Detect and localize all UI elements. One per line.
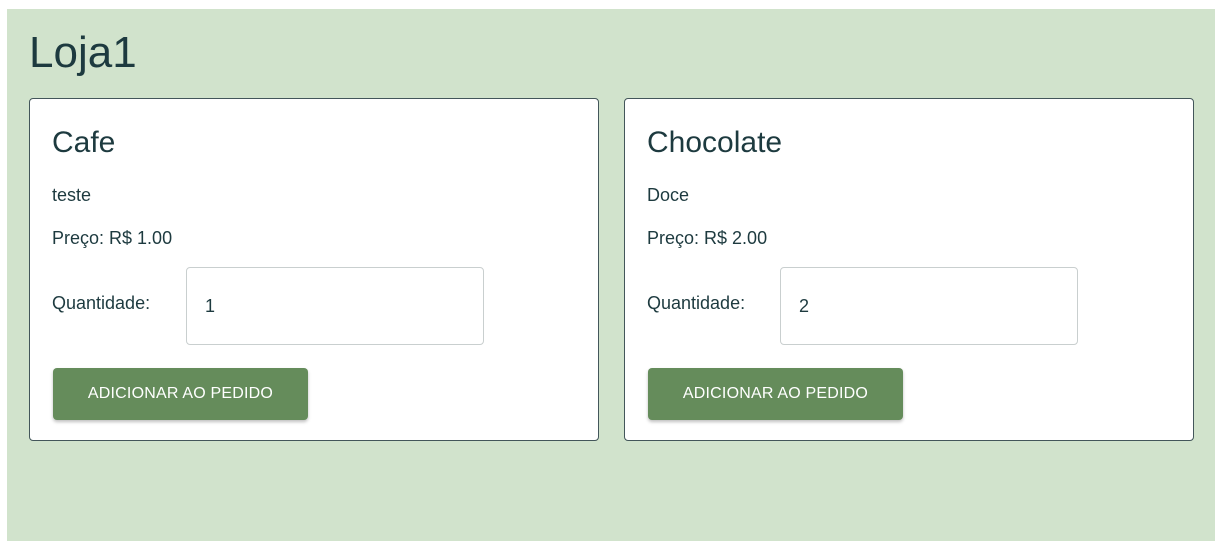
product-price: Preço: R$ 2.00	[647, 228, 767, 249]
product-description: Doce	[647, 185, 690, 205]
price-label: Preço:	[52, 228, 105, 248]
store-page: Loja1 Cafe teste Preço: R$ 1.00 Quantidad…	[7, 9, 1215, 541]
store-title: Loja1	[29, 28, 137, 77]
product-description: teste	[52, 185, 92, 205]
product-price: Preço: R$ 1.00	[52, 228, 172, 249]
add-to-order-button[interactable]: ADICIONAR AO PEDIDO	[648, 368, 903, 420]
price-value: R$ 1.00	[109, 228, 173, 248]
quantity-input[interactable]	[186, 267, 484, 345]
quantity-label: Quantidade:	[52, 293, 151, 313]
product-card-chocolate: Chocolate Doce Preço: R$ 2.00 Quantidade:…	[624, 98, 1194, 441]
product-name: Cafe	[52, 126, 116, 159]
product-card-cafe: Cafe teste Preço:R$ 1.00 Quantidade: ADI…	[29, 98, 599, 441]
price-label: Preço:	[647, 228, 700, 248]
price-value: R$ 2.00	[704, 228, 768, 248]
add-to-order-button[interactable]: ADICIONAR AO PEDIDO	[53, 368, 308, 420]
product-name: Chocolate	[647, 126, 783, 159]
quantity-input[interactable]	[780, 267, 1078, 345]
quantity-label: Quantidade:	[647, 293, 746, 313]
